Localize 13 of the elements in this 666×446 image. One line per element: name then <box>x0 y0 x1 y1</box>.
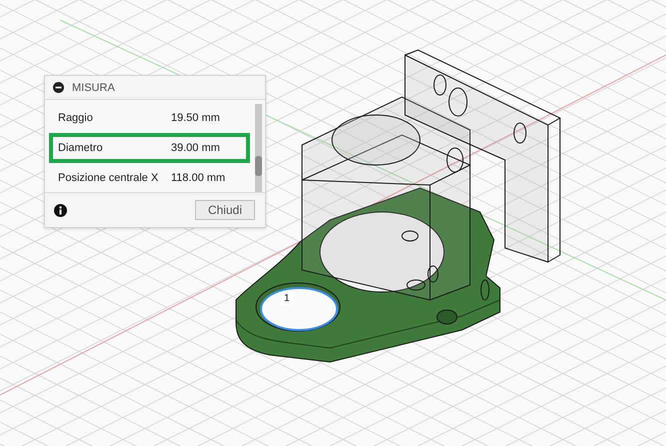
info-icon[interactable] <box>54 204 67 216</box>
property-value: 19.50 mm <box>171 112 220 124</box>
scrollbar[interactable] <box>255 104 262 192</box>
panel-title: MISURA <box>72 82 115 94</box>
property-label: Diametro <box>58 142 104 154</box>
close-button[interactable]: Chiudi <box>194 200 255 220</box>
property-label: Raggio <box>58 112 94 124</box>
property-label: Posizione centrale X <box>58 172 160 184</box>
selection-label: 1 <box>281 292 293 305</box>
property-value: 39.00 mm <box>171 142 220 154</box>
3d-viewport[interactable]: 1 MISURA Raggio 19.50 mm Diametro 39.00 mm Posizione centrale X 118.00 mm Chiudi <box>0 0 666 446</box>
collapse-icon[interactable] <box>53 82 64 93</box>
property-value: 118.00 mm <box>171 172 226 184</box>
